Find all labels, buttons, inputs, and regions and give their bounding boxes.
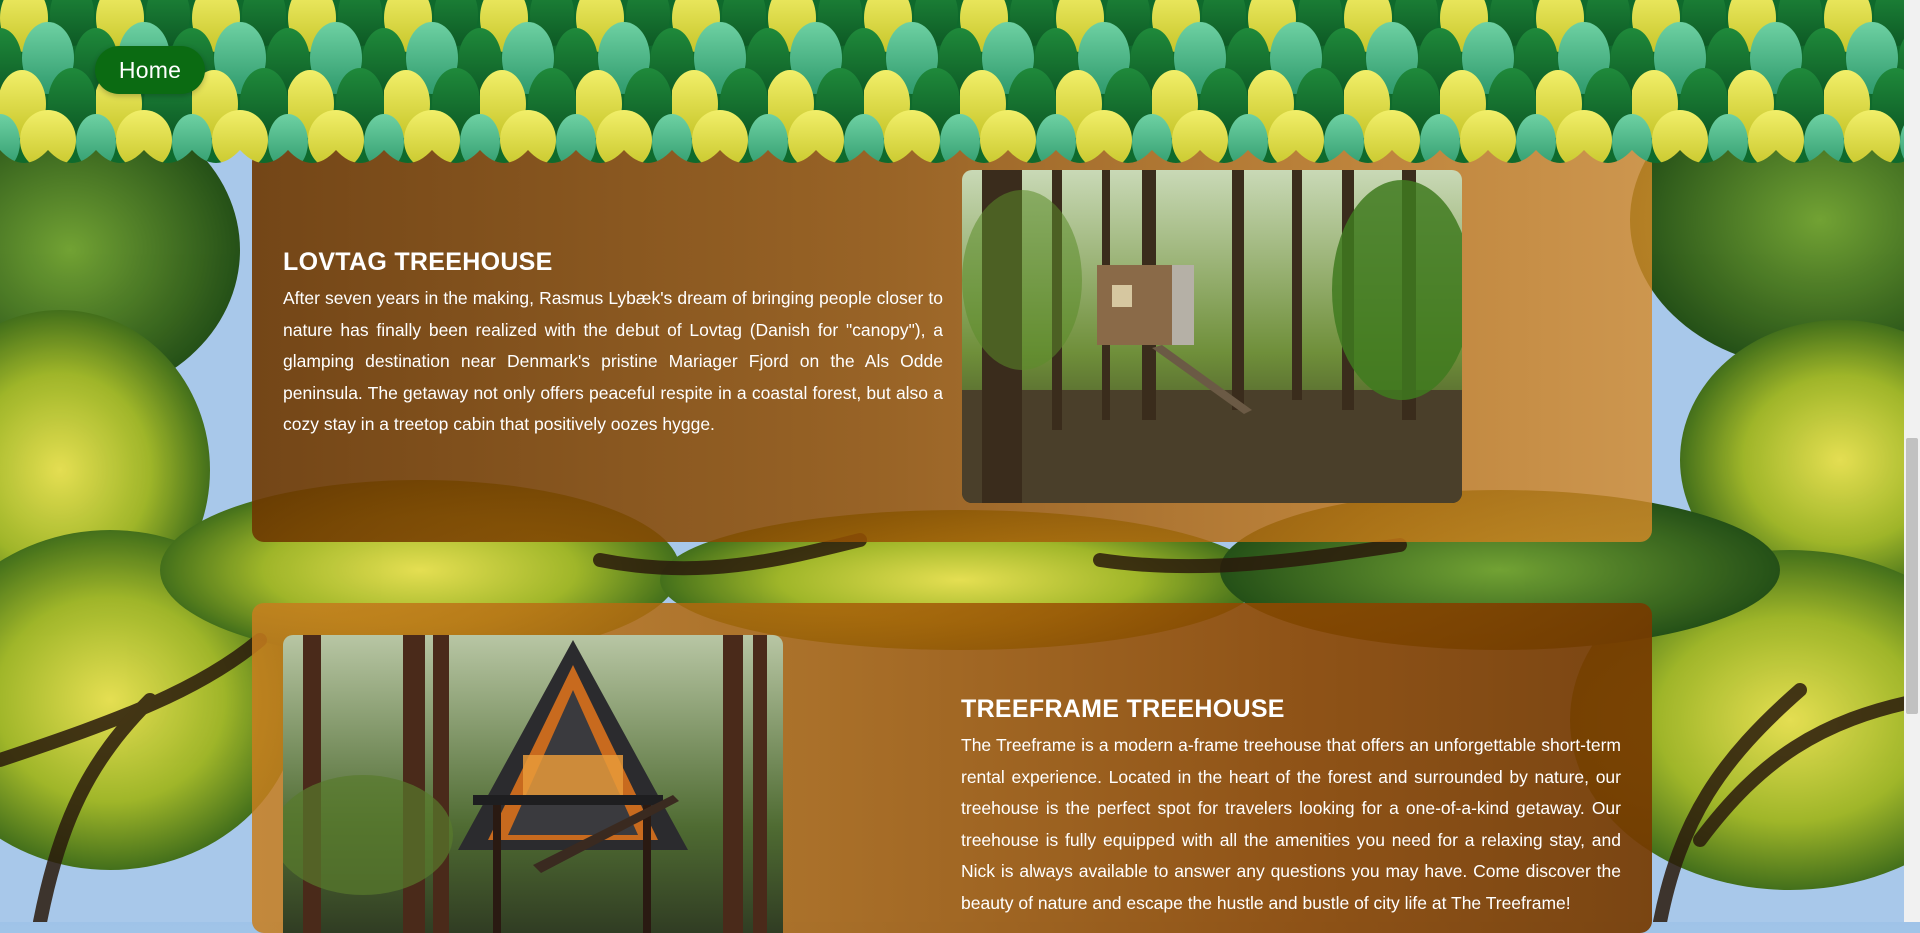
treehouse-card-lovtag: LOVTAG TREEHOUSE After seven years in th… (252, 150, 1652, 542)
leaf-header-banner (0, 0, 1920, 175)
card-description: After seven years in the making, Rasmus … (283, 288, 943, 434)
card-text-block: LOVTAG TREEHOUSE After seven years in th… (283, 248, 943, 441)
home-button[interactable]: Home (95, 46, 205, 94)
page-scrollbar[interactable] (1904, 0, 1920, 922)
scrollbar-thumb[interactable] (1906, 438, 1918, 714)
card-title: LOVTAG TREEHOUSE (283, 248, 553, 276)
card-text-block: TREEFRAME TREEHOUSE The Treeframe is a m… (961, 695, 1621, 919)
treehouse-card-treeframe: TREEFRAME TREEHOUSE The Treeframe is a m… (252, 603, 1652, 933)
treehouse-photo-treeframe (283, 635, 783, 933)
card-description: The Treeframe is a modern a-frame treeho… (961, 735, 1621, 913)
treehouse-photo-lovtag (962, 170, 1462, 503)
card-title: TREEFRAME TREEHOUSE (961, 695, 1285, 723)
